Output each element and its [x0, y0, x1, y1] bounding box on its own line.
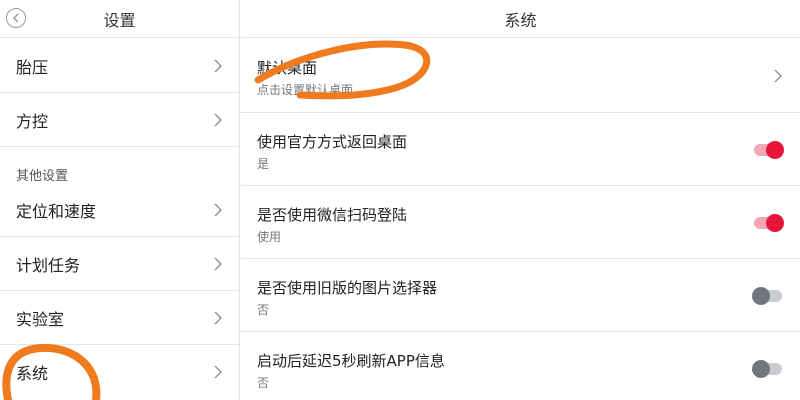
toggle-switch[interactable] [752, 287, 782, 305]
setting-title: 默认桌面 [257, 59, 318, 77]
chevron-right-icon [214, 59, 222, 72]
toggle-switch[interactable] [754, 141, 784, 159]
setting-row-wechat-login: 是否使用微信扫码登陆 使用 [241, 186, 800, 259]
setting-title: 启动后延迟5秒刷新APP信息 [257, 352, 445, 370]
setting-title: 是否使用微信扫码登陆 [257, 206, 408, 224]
panel-header: 系统 [241, 0, 800, 38]
toggle-knob [766, 141, 784, 159]
divider [0, 146, 240, 147]
sidebar-item-label: 方控 [16, 112, 49, 131]
sidebar-item-tire-pressure[interactable]: 胎压 [0, 39, 240, 93]
setting-row-official-return-desktop: 使用官方方式返回桌面 是 [241, 113, 800, 186]
toggle-switch[interactable] [752, 360, 782, 378]
sidebar-item-label: 计划任务 [16, 255, 81, 275]
chevron-right-icon [774, 69, 782, 83]
sidebar-item-steering-control[interactable]: 方控 [0, 93, 240, 147]
sidebar-item-label: 定位和速度 [16, 201, 97, 221]
sidebar-item-lab[interactable]: 实验室 [0, 291, 240, 345]
sidebar-item-label: 实验室 [16, 309, 65, 329]
back-button[interactable] [6, 8, 26, 28]
setting-subtitle: 点击设置默认桌面 [257, 83, 354, 97]
chevron-right-icon [214, 113, 222, 127]
chevron-right-icon [214, 203, 222, 216]
toggle-knob [766, 214, 784, 232]
sidebar-item-label: 胎压 [16, 57, 49, 77]
chevron-right-icon [214, 365, 222, 379]
sidebar-item-label: 系统 [16, 364, 49, 383]
setting-subtitle: 使用 [257, 230, 282, 244]
sidebar-item-system[interactable]: 系统 [0, 345, 240, 399]
chevron-right-icon [214, 257, 222, 270]
toggle-knob [752, 360, 770, 378]
setting-subtitle: 否 [257, 303, 270, 317]
setting-title: 使用官方方式返回桌面 [257, 133, 408, 151]
setting-row-legacy-image-picker: 是否使用旧版的图片选择器 否 [241, 259, 800, 332]
system-settings-panel: 系统 默认桌面 点击设置默认桌面 使用官方方式返回桌面 是 是否使用微信扫码登陆… [241, 0, 800, 400]
setting-row-default-desktop[interactable]: 默认桌面 点击设置默认桌面 [241, 39, 800, 113]
sidebar-title: 设置 [103, 10, 136, 30]
panel-title: 系统 [504, 10, 537, 30]
settings-sidebar: 设置 胎压 方控 其他设置 定位和速度 计划任务 实验室 系统 [0, 0, 240, 400]
setting-row-delayed-refresh: 启动后延迟5秒刷新APP信息 否 [241, 332, 800, 400]
chevron-left-icon [12, 13, 19, 23]
sidebar-item-scheduled-tasks[interactable]: 计划任务 [0, 237, 240, 291]
setting-title: 是否使用旧版的图片选择器 [257, 279, 438, 297]
chevron-right-icon [214, 311, 222, 324]
setting-subtitle: 是 [257, 157, 270, 171]
section-label-other-settings: 其他设置 [16, 169, 69, 184]
sidebar-item-location-speed[interactable]: 定位和速度 [0, 183, 240, 237]
toggle-knob [752, 287, 770, 305]
setting-subtitle: 否 [257, 376, 270, 390]
sidebar-header: 设置 [0, 0, 239, 38]
toggle-switch[interactable] [754, 214, 784, 232]
